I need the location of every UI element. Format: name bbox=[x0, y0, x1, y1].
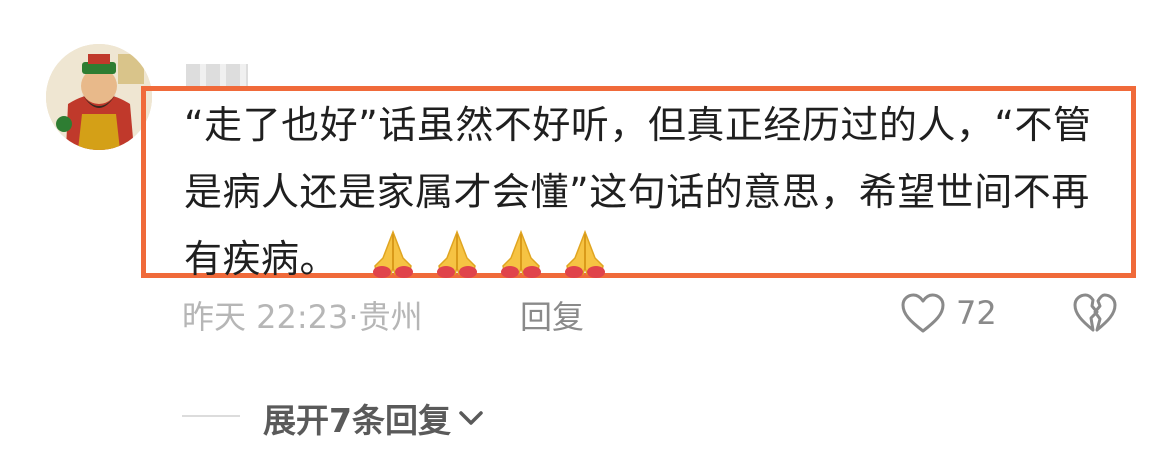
username-redacted bbox=[186, 64, 248, 86]
folded-hands-icon bbox=[372, 229, 413, 278]
location: 贵州 bbox=[358, 298, 423, 336]
expand-replies-button[interactable]: 展开7条回复 bbox=[263, 394, 485, 442]
folded-hands-icon bbox=[436, 229, 477, 278]
heart-outline-icon bbox=[901, 293, 945, 333]
meta-separator: · bbox=[348, 298, 359, 336]
replies-divider bbox=[182, 415, 240, 417]
comment-body: “走了也好”话虽然不好听，但真正经历过的人，“不管是病人还是家属才会懂”这句话的… bbox=[184, 103, 1092, 281]
chevron-down-icon bbox=[459, 411, 483, 425]
comment-text: “走了也好”话虽然不好听，但真正经历过的人，“不管是病人还是家属才会懂”这句话的… bbox=[184, 92, 1114, 293]
emoji-group bbox=[365, 228, 613, 278]
timestamp: 昨天 22:23 bbox=[182, 298, 349, 336]
reply-button[interactable]: 回复 bbox=[520, 292, 584, 338]
comment-item: “走了也好”话虽然不好听，但真正经历过的人，“不管是病人还是家属才会懂”这句话的… bbox=[0, 0, 1170, 472]
like-button[interactable]: 72 bbox=[900, 292, 997, 334]
comment-meta: 昨天 22:23·贵州 bbox=[182, 292, 423, 338]
broken-heart-icon bbox=[1073, 293, 1117, 332]
folded-hands-icon bbox=[500, 229, 541, 278]
folded-hands-icon bbox=[564, 229, 605, 278]
like-count: 72 bbox=[956, 294, 997, 332]
expand-replies-label: 展开7条回复 bbox=[263, 401, 451, 440]
dislike-button[interactable] bbox=[1072, 292, 1118, 338]
avatar[interactable] bbox=[46, 44, 152, 150]
